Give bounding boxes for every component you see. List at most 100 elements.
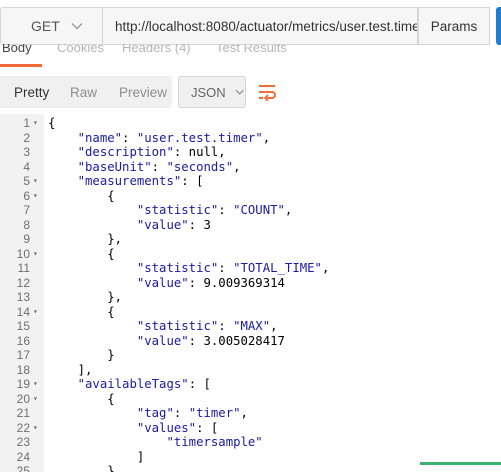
chevron-down-icon bbox=[71, 23, 83, 30]
line-number: 16 bbox=[16, 333, 30, 348]
code-text: "tag": "timer", bbox=[136, 406, 248, 420]
code-text: "statistic": "COUNT", bbox=[136, 203, 293, 217]
code-line: 25 } bbox=[0, 464, 501, 472]
language-label: JSON bbox=[191, 84, 226, 100]
line-number: 5 bbox=[23, 174, 30, 188]
status-indicator-line bbox=[420, 462, 501, 465]
pretty-button[interactable]: Pretty bbox=[14, 76, 49, 108]
code-text: ], bbox=[48, 362, 93, 377]
code-text: "timersample" bbox=[166, 435, 263, 449]
code-line: 5 ▾ "measurements": [ bbox=[0, 174, 501, 189]
line-number: 7 bbox=[23, 203, 30, 217]
code-line: 23 "timersample" bbox=[0, 435, 501, 450]
code-line: 22 ▾ "values": [ bbox=[0, 421, 501, 436]
code-text: }, bbox=[48, 290, 123, 304]
code-text: } bbox=[48, 464, 115, 472]
code-line: 10 ▾ { bbox=[0, 247, 501, 262]
code-text: "measurements": [ bbox=[77, 174, 204, 188]
fold-toggle-icon[interactable]: ▾ bbox=[33, 421, 38, 436]
code-line: 17 } bbox=[0, 348, 501, 363]
wrap-lines-icon bbox=[259, 85, 276, 101]
line-number: 4 bbox=[23, 159, 30, 174]
line-number: 24 bbox=[16, 449, 30, 464]
response-tabs: Body Cookies Headers (4) Test Results bbox=[0, 44, 501, 66]
code-text: "value": 3.005028417 bbox=[136, 333, 285, 348]
fold-toggle-icon[interactable]: ▾ bbox=[33, 392, 38, 407]
request-bar: GET http://localhost:8080/actuator/metri… bbox=[0, 0, 501, 48]
line-number: 23 bbox=[16, 435, 30, 449]
code-line: 21 "tag": "timer", bbox=[0, 406, 501, 421]
fold-toggle-icon[interactable]: ▾ bbox=[33, 116, 38, 131]
code-text: "values": [ bbox=[136, 420, 219, 435]
method-label: GET bbox=[31, 18, 60, 34]
line-number: 19 bbox=[16, 377, 30, 391]
code-line: 12 "value": 9.009369314 bbox=[0, 276, 501, 291]
line-number: 14 bbox=[16, 304, 30, 319]
code-line: 19 ▾ "availableTags": [ bbox=[0, 377, 501, 392]
line-number: 20 bbox=[16, 391, 30, 406]
line-number: 21 bbox=[16, 406, 30, 420]
tab-test-results[interactable]: Test Results bbox=[216, 44, 287, 55]
code-text: { bbox=[48, 304, 115, 319]
code-line: 7 "statistic": "COUNT", bbox=[0, 203, 501, 218]
code-text: { bbox=[48, 188, 115, 203]
tab-cookies[interactable]: Cookies bbox=[57, 44, 104, 55]
code-line: 8 "value": 3 bbox=[0, 218, 501, 233]
code-text: }, bbox=[48, 232, 123, 246]
tab-headers[interactable]: Headers (4) bbox=[122, 44, 191, 55]
method-select[interactable]: GET bbox=[0, 7, 102, 45]
code-line: 13 }, bbox=[0, 290, 501, 305]
line-number: 9 bbox=[23, 232, 30, 246]
language-select[interactable]: JSON bbox=[178, 76, 246, 108]
line-number: 25 bbox=[16, 464, 30, 472]
line-number: 2 bbox=[23, 130, 30, 145]
code-line: 1 ▾ { bbox=[0, 116, 501, 131]
code-text: ] bbox=[48, 449, 145, 464]
code-text: "description": null, bbox=[77, 145, 226, 159]
line-number: 18 bbox=[16, 362, 30, 377]
raw-button[interactable]: Raw bbox=[70, 76, 97, 108]
code-text: } bbox=[48, 348, 115, 362]
fold-toggle-icon[interactable]: ▾ bbox=[33, 305, 38, 320]
url-input[interactable]: http://localhost:8080/actuator/metrics/u… bbox=[102, 7, 418, 45]
code-text: { bbox=[48, 116, 56, 130]
line-number: 13 bbox=[16, 290, 30, 304]
line-number: 10 bbox=[16, 246, 30, 261]
code-text: { bbox=[48, 246, 115, 261]
line-number: 11 bbox=[17, 261, 30, 275]
preview-button[interactable]: Preview bbox=[119, 76, 167, 108]
code-line: 15 "statistic": "MAX", bbox=[0, 319, 501, 334]
code-line: 16 "value": 3.005028417 bbox=[0, 334, 501, 349]
code-text: { bbox=[48, 391, 115, 406]
code-text: "statistic": "TOTAL_TIME", bbox=[136, 261, 330, 275]
code-line: 11 "statistic": "TOTAL_TIME", bbox=[0, 261, 501, 276]
code-line: 9 }, bbox=[0, 232, 501, 247]
line-number: 3 bbox=[23, 145, 30, 159]
code-text: "value": 3 bbox=[136, 217, 211, 232]
params-button[interactable]: Params bbox=[418, 7, 490, 45]
code-text: "baseUnit": "seconds", bbox=[77, 159, 241, 174]
code-line: 3 "description": null, bbox=[0, 145, 501, 160]
code-line: 14 ▾ { bbox=[0, 305, 501, 320]
tab-body[interactable]: Body bbox=[2, 44, 32, 55]
fold-toggle-icon[interactable]: ▾ bbox=[33, 174, 38, 189]
fold-toggle-icon[interactable]: ▾ bbox=[33, 377, 38, 392]
code-text: "availableTags": [ bbox=[77, 377, 211, 391]
wrap-lines-button[interactable] bbox=[253, 76, 281, 108]
fold-toggle-icon[interactable]: ▾ bbox=[33, 189, 38, 204]
line-number: 15 bbox=[16, 319, 30, 333]
line-number: 6 bbox=[23, 188, 30, 203]
line-number: 8 bbox=[23, 217, 30, 232]
code-line: 20 ▾ { bbox=[0, 392, 501, 407]
response-body-viewer[interactable]: 1 ▾{2 "name": "user.test.timer", 3 "descri… bbox=[0, 114, 501, 472]
code-line: 2 "name": "user.test.timer", bbox=[0, 131, 501, 146]
code-text: "statistic": "MAX", bbox=[136, 319, 278, 333]
fold-toggle-icon[interactable]: ▾ bbox=[33, 247, 38, 262]
code-line: 6 ▾ { bbox=[0, 189, 501, 204]
line-number: 12 bbox=[16, 275, 30, 290]
line-number: 17 bbox=[16, 348, 30, 362]
code-text: "value": 9.009369314 bbox=[136, 275, 285, 290]
code-line: 18 ], bbox=[0, 363, 501, 378]
code-line: 4 "baseUnit": "seconds", bbox=[0, 160, 501, 175]
send-button[interactable] bbox=[496, 7, 501, 45]
